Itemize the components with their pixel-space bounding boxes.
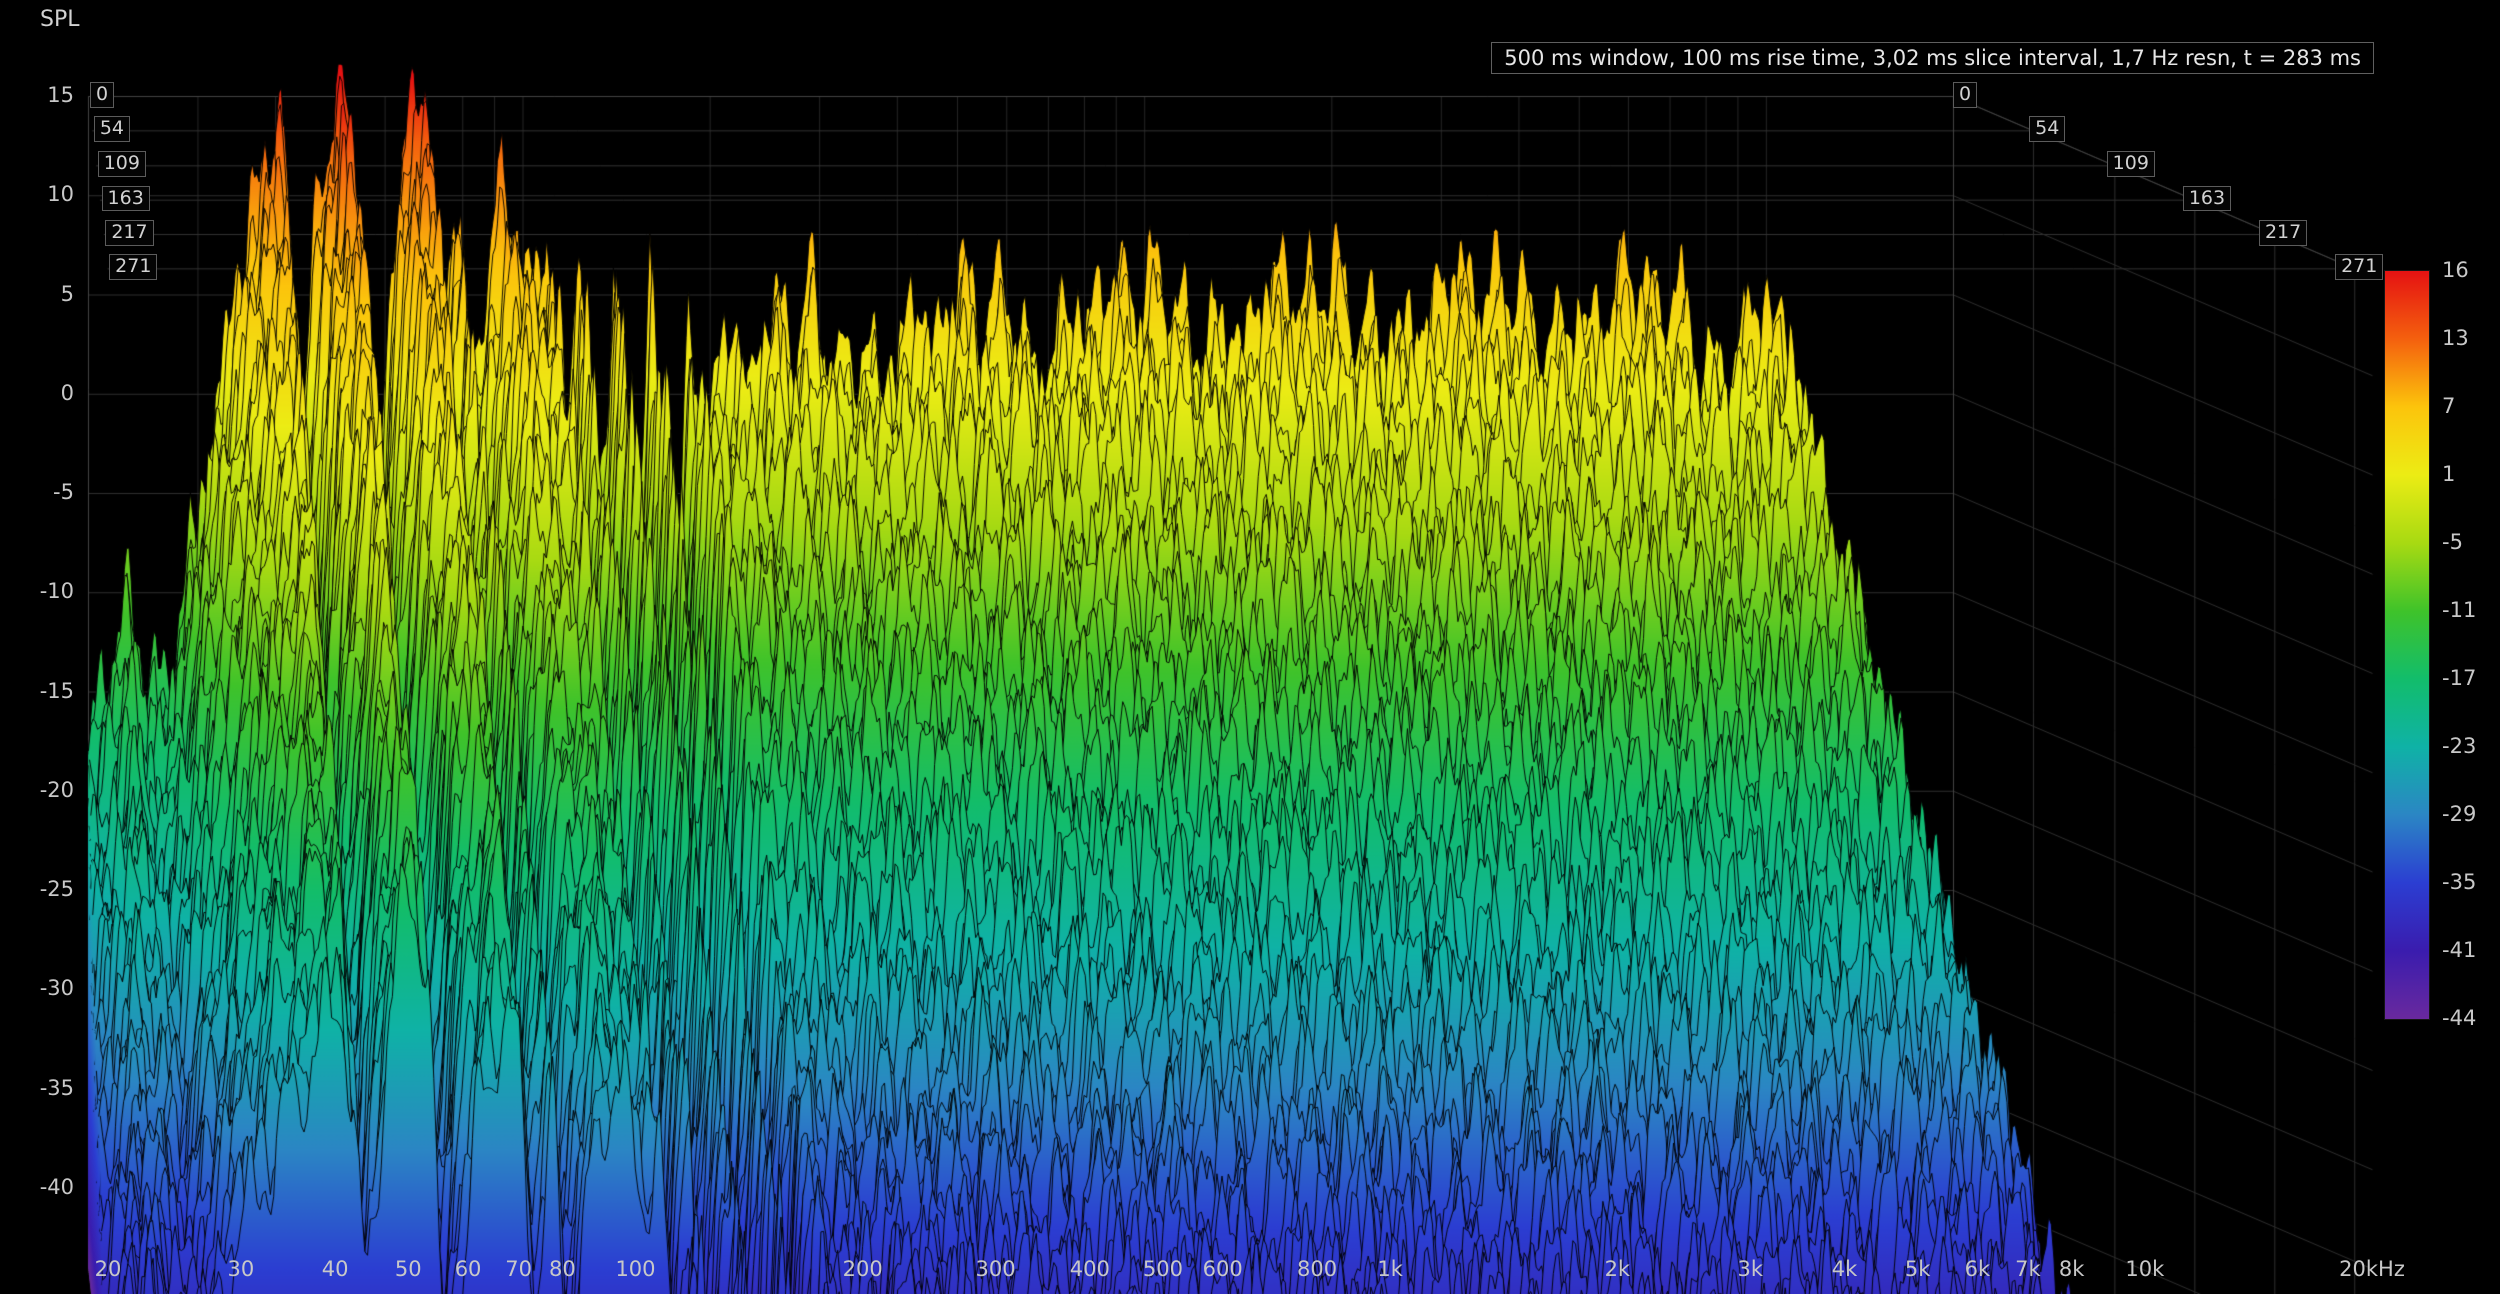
colorbar-tick-label: -41 <box>2442 937 2476 963</box>
freq-tick-label: 20 <box>63 1256 153 1282</box>
spl-tick-label: -25 <box>0 876 74 902</box>
colorbar-tick-label: -29 <box>2442 801 2476 827</box>
time-tick-label-left: 0 <box>90 82 114 108</box>
spl-tick-label: -35 <box>0 1075 74 1101</box>
spl-tick-label: -40 <box>0 1174 74 1200</box>
time-tick-label-right: 0 <box>1953 82 1977 108</box>
colorbar-tick-label: 1 <box>2442 461 2455 487</box>
colorbar-tick-label: -35 <box>2442 869 2476 895</box>
freq-tick-label: 100 <box>590 1256 680 1282</box>
colorbar-tick-label: 13 <box>2442 325 2469 351</box>
time-tick-label-left: 271 <box>109 254 157 280</box>
spl-tick-label: -10 <box>0 578 74 604</box>
colorbar-tick-label: -11 <box>2442 597 2476 623</box>
time-tick-label-left: 109 <box>98 151 146 177</box>
freq-tick-label: 10k <box>2100 1256 2190 1282</box>
freq-tick-label: 3k <box>1705 1256 1795 1282</box>
freq-tick-label: 1k <box>1345 1256 1435 1282</box>
measurement-settings-box: 500 ms window, 100 ms rise time, 3,02 ms… <box>1491 42 2374 74</box>
spl-tick-label: 15 <box>0 82 74 108</box>
colorbar-tick-label: 16 <box>2442 257 2469 283</box>
time-tick-label-right: 163 <box>2183 186 2231 212</box>
freq-tick-label: 200 <box>818 1256 908 1282</box>
spl-tick-label: 5 <box>0 281 74 307</box>
freq-tick-label: 30 <box>196 1256 286 1282</box>
spl-tick-label: -30 <box>0 975 74 1001</box>
colorbar-tick-label: 7 <box>2442 393 2455 419</box>
colorbar <box>2385 271 2429 1019</box>
time-tick-label-left: 54 <box>94 116 130 142</box>
time-tick-label-right: 217 <box>2259 220 2307 246</box>
spl-tick-label: 10 <box>0 181 74 207</box>
time-tick-label-left: 163 <box>102 186 150 212</box>
freq-tick-label: 300 <box>951 1256 1041 1282</box>
spl-tick-label: -20 <box>0 777 74 803</box>
time-tick-label-right: 271 <box>2335 254 2383 280</box>
spl-tick-label: -15 <box>0 678 74 704</box>
colorbar-tick-label: -5 <box>2442 529 2463 555</box>
time-tick-label-left: 217 <box>105 220 153 246</box>
colorbar-tick-label: -23 <box>2442 733 2476 759</box>
colorbar-tick-label: -44 <box>2442 1005 2476 1031</box>
spl-axis-title: SPL <box>40 6 80 34</box>
waterfall-canvas[interactable] <box>0 0 2500 1294</box>
freq-tick-label: 20kHz <box>2327 1256 2417 1282</box>
freq-tick-label: 600 <box>1178 1256 1268 1282</box>
spl-tick-label: -5 <box>0 479 74 505</box>
spl-tick-label: 0 <box>0 380 74 406</box>
colorbar-tick-label: -17 <box>2442 665 2476 691</box>
time-tick-label-right: 109 <box>2107 151 2155 177</box>
time-tick-label-right: 54 <box>2029 116 2065 142</box>
freq-tick-label: 2k <box>1572 1256 1662 1282</box>
